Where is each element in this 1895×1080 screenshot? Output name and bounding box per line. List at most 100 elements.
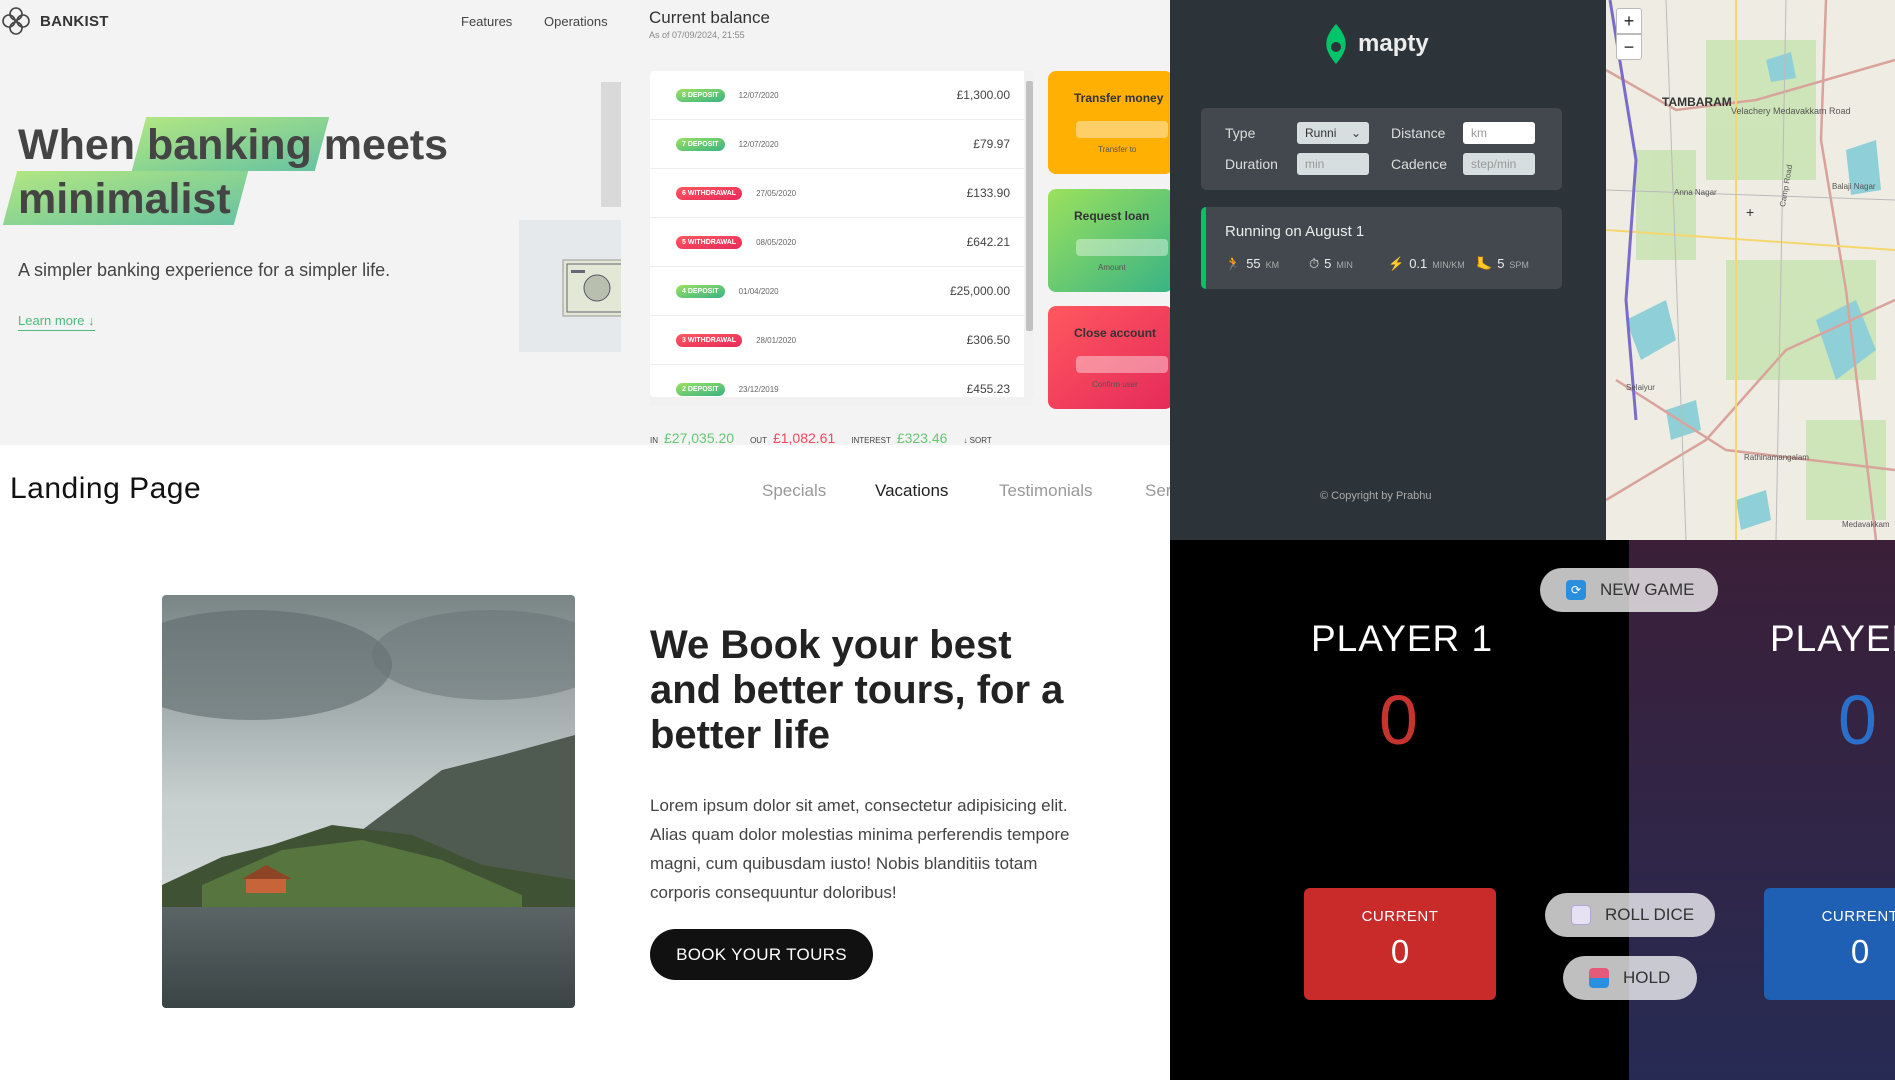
hold-button[interactable]: HOLD	[1563, 956, 1697, 1000]
bankist-landing-panel: BANKIST Features Operations When banking…	[0, 0, 621, 445]
headline-word: meets	[323, 121, 449, 169]
book-tours-button[interactable]: BOOK YOUR TOURS	[650, 929, 873, 980]
movement-date: 12/07/2020	[738, 90, 779, 100]
movement-row: 2 deposit 23/12/2019 £455.23	[650, 365, 1032, 397]
summary-out-value: £1,082.61	[772, 430, 836, 445]
nav-testimonials-link[interactable]: Testimonials	[999, 481, 1093, 501]
nav-features-link[interactable]: Features	[461, 14, 512, 29]
nav-operations-link[interactable]: Operations	[544, 14, 608, 29]
dice-icon	[1571, 905, 1591, 925]
movements-list[interactable]: 8 deposit 12/07/2020 £1,300.00 7 deposit 12/…	[650, 71, 1032, 397]
summary-interest-label: INTEREST	[851, 436, 891, 445]
stopwatch-icon: ⏱	[1309, 256, 1320, 271]
loan-title: Request loan	[1074, 209, 1150, 223]
bankist-headline: When banking meets minimalist	[18, 118, 578, 226]
workout-distance: 🏃 55 KM	[1225, 256, 1279, 272]
island-photo	[162, 595, 575, 1008]
player-2-score: 0	[1838, 681, 1877, 759]
cadence-unit: SPM	[1509, 260, 1529, 270]
workout-cadence: 🦶 5 SPM	[1476, 256, 1529, 272]
confirm-user-input[interactable]	[1076, 356, 1168, 373]
movements-horizontal-scrollbar[interactable]	[650, 397, 1032, 405]
loan-card: Request loan Amount	[1048, 189, 1170, 292]
nav-vacations-link[interactable]: Vacations	[875, 481, 948, 501]
svg-text:+: +	[1746, 204, 1754, 220]
movement-date: 23/12/2019	[738, 384, 779, 394]
workout-item[interactable]: Running on August 1 🏃 55 KM ⏱ 5 MIN ⚡ 0.…	[1201, 207, 1562, 289]
type-label: Type	[1225, 125, 1256, 141]
zoom-out-button[interactable]: −	[1616, 34, 1642, 60]
zoom-in-button[interactable]: +	[1616, 8, 1642, 34]
summary-in-label: IN	[650, 436, 658, 445]
mapty-copyright: © Copyright by Prabhu	[1320, 490, 1432, 502]
transfer-title: Transfer money	[1074, 91, 1164, 105]
runner-icon: 🏃	[1225, 256, 1242, 271]
loan-amount-label: Amount	[1098, 263, 1126, 272]
cadence-input[interactable]: step/min	[1463, 153, 1535, 175]
transfer-to-input[interactable]	[1076, 121, 1168, 138]
new-game-button[interactable]: ⟳ NEW GAME	[1540, 568, 1718, 612]
movement-row: 4 deposit 01/04/2020 £25,000.00	[650, 267, 1032, 316]
map-view[interactable]: + TAMBARAM Velachery Medavakkam Road Ann…	[1606, 0, 1895, 540]
banknote-illustration	[562, 259, 621, 317]
duration-input[interactable]: min	[1297, 153, 1369, 175]
sort-button[interactable]: ↓ SORT	[963, 436, 991, 445]
confirm-user-label: Confirm user	[1092, 380, 1138, 389]
map-label-balaji-nagar: Balaji Nagar	[1832, 182, 1876, 191]
player-2-current-box: CURRENT 0	[1764, 888, 1895, 1000]
type-select[interactable]: Runni ⌄	[1297, 122, 1369, 144]
movement-value: £25,000.00	[949, 284, 1010, 298]
tours-landing-panel: Landing Page Specials Vacations Testimon…	[0, 445, 1170, 1080]
player-1-current-label: CURRENT	[1361, 908, 1439, 925]
movement-value: £1,300.00	[956, 88, 1010, 102]
bankist-logo-icon	[2, 7, 30, 35]
landing-title: Landing Page	[10, 472, 202, 505]
hero-image-strip	[601, 82, 621, 207]
movement-type-badge: 8 deposit	[676, 88, 725, 102]
movement-value: £642.21	[966, 235, 1010, 249]
headline-highlight: banking	[147, 121, 312, 169]
balance-date: As of 07/09/2024, 21:55	[649, 30, 745, 40]
transfer-card: Transfer money Transfer to	[1048, 71, 1170, 174]
player-2-current-label: CURRENT	[1821, 908, 1895, 925]
scrollbar-thumb[interactable]	[1026, 81, 1033, 331]
balance-title: Current balance	[649, 8, 770, 27]
map-label-velachery: Velachery Medavakkam Road	[1731, 106, 1851, 116]
hero-image	[519, 220, 621, 352]
summary-bar: IN £27,035.20 OUT £1,082.61 INTEREST £32…	[650, 430, 992, 445]
movement-date: 12/07/2020	[738, 139, 779, 149]
close-title: Close account	[1074, 326, 1157, 340]
hold-label: HOLD	[1623, 968, 1671, 987]
bankist-subtitle: A simpler banking experience for a simpl…	[18, 260, 391, 280]
mapty-brand-text: mapty	[1358, 30, 1429, 57]
bankist-logo[interactable]: BANKIST	[0, 5, 109, 37]
learn-more-link[interactable]: Learn more ↓	[18, 313, 95, 331]
map-label-medavakkam: Medavakkam	[1842, 520, 1890, 529]
roll-dice-label: ROLL DICE	[1605, 905, 1695, 924]
movement-row: 3 withdrawal 28/01/2020 £306.50	[650, 316, 1032, 365]
nav-specials-link[interactable]: Specials	[762, 481, 826, 501]
roll-dice-button[interactable]: ROLL DICE	[1545, 893, 1715, 937]
movement-value: £133.90	[966, 186, 1010, 200]
player-2-current-value: 0	[1850, 933, 1870, 970]
distance-input[interactable]: km	[1463, 122, 1535, 144]
movement-date: 28/01/2020	[756, 335, 797, 345]
workout-pace: ⚡ 0.1 MIN/KM	[1388, 256, 1465, 272]
workout-duration: ⏱ 5 MIN	[1309, 256, 1353, 272]
duration-label: Duration	[1225, 156, 1278, 172]
transfer-to-label: Transfer to	[1098, 145, 1137, 154]
duration-value: 5	[1324, 256, 1332, 271]
player-1-current-value: 0	[1390, 933, 1410, 970]
refresh-icon: ⟳	[1566, 580, 1586, 600]
close-account-card: Close account Confirm user	[1048, 306, 1170, 409]
footprint-icon: 🦶	[1476, 256, 1493, 271]
type-select-value: Runni	[1305, 126, 1337, 140]
summary-in-value: £27,035.20	[664, 430, 735, 445]
movement-type-badge: 4 deposit	[676, 284, 725, 298]
movements-scrollbar[interactable]	[1024, 71, 1034, 397]
pace-unit: MIN/KM	[1432, 260, 1465, 270]
map-label-selaiyur: Selaiyur	[1626, 383, 1655, 392]
nav-services-link[interactable]: Ser	[1145, 481, 1170, 501]
loan-amount-input[interactable]	[1076, 239, 1168, 256]
player-1-name: PLAYER 1	[1311, 618, 1494, 659]
